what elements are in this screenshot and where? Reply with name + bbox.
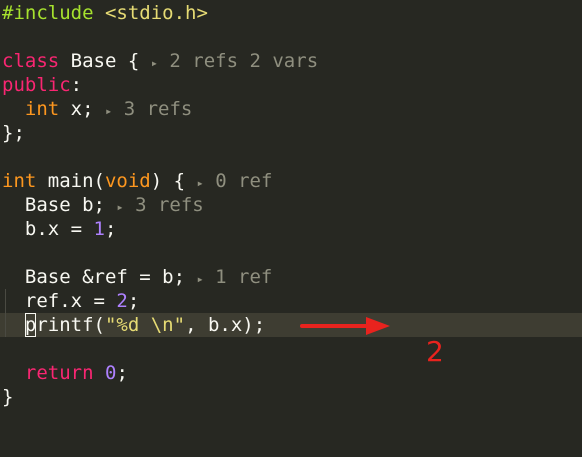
code-line-8[interactable]: int main(void) { ▸ 0 ref: [0, 169, 582, 193]
code-line-14-current[interactable]: printf("%d \n", b.x);: [0, 313, 582, 337]
codelens-arrow-icon[interactable]: ▸: [196, 272, 203, 286]
code-line-4[interactable]: public:: [0, 73, 582, 97]
code-line-3[interactable]: class Base { ▸ 2 refs 2 vars: [0, 49, 582, 73]
codelens-refs-hint[interactable]: 2 refs 2 vars: [169, 50, 318, 72]
keyword-class: class: [2, 50, 60, 72]
keyword-void: void: [104, 170, 151, 192]
semicolon: ;: [116, 362, 128, 384]
string-literal: "%d \n": [104, 314, 186, 336]
codelens-arrow-icon[interactable]: ▸: [151, 56, 158, 70]
preprocessor-directive: #include: [2, 2, 94, 24]
keyword-public: public: [2, 74, 71, 96]
code-line-9[interactable]: Base b; ▸ 3 refs: [0, 193, 582, 217]
code-line-5[interactable]: int x; ▸ 3 refs: [0, 97, 582, 121]
number-literal: 2: [116, 290, 128, 312]
annotation-output-label: 2: [426, 335, 444, 368]
code-line-10[interactable]: b.x = 1;: [0, 217, 582, 241]
call-args: , b.x);: [185, 314, 266, 336]
code-line-12[interactable]: Base &ref = b; ▸ 1 ref: [0, 265, 582, 289]
code-line-13[interactable]: ref.x = 2;: [0, 289, 582, 313]
assignment: b.x =: [2, 218, 94, 240]
function-close: }: [2, 386, 14, 408]
code-line-1[interactable]: #include <stdio.h>: [0, 1, 582, 25]
function-name: main(: [36, 170, 105, 192]
class-close: };: [2, 122, 25, 144]
codelens-refs-hint[interactable]: 3 refs: [124, 98, 193, 120]
code-line-16[interactable]: return 0;: [0, 361, 582, 385]
codelens-arrow-icon[interactable]: ▸: [105, 104, 112, 118]
keyword-int: int: [24, 98, 60, 120]
function-open: ) {: [150, 170, 186, 192]
code-line-17[interactable]: }: [0, 385, 582, 409]
annotation-arrow-icon: [300, 317, 390, 335]
semicolon: ;: [127, 290, 140, 312]
variable-declaration: Base b;: [2, 194, 105, 216]
codelens-refs-hint[interactable]: 1 ref: [215, 266, 272, 288]
number-literal: 1: [93, 218, 105, 240]
codelens-arrow-icon[interactable]: ▸: [116, 200, 123, 214]
include-header: <stdio.h>: [104, 2, 208, 24]
code-editor[interactable]: #include <stdio.h> class Base { ▸ 2 refs…: [0, 0, 582, 409]
assignment: ref.x =: [2, 290, 117, 312]
codelens-refs-hint[interactable]: 3 refs: [135, 194, 204, 216]
function-call: rintf(: [36, 314, 105, 336]
member-declaration: x;: [59, 98, 94, 120]
semicolon: ;: [104, 218, 117, 240]
reference-declaration: Base &ref = b;: [2, 266, 186, 288]
class-declaration: Base {: [59, 50, 140, 72]
access-colon: :: [70, 74, 83, 96]
keyword-int: int: [2, 170, 37, 192]
number-literal: 0: [104, 362, 117, 384]
codelens-refs-hint[interactable]: 0 ref: [215, 170, 272, 192]
text-cursor: p: [24, 313, 37, 337]
keyword-return: return: [24, 362, 94, 384]
codelens-arrow-icon[interactable]: ▸: [197, 176, 204, 190]
code-line-6[interactable]: };: [0, 121, 582, 145]
